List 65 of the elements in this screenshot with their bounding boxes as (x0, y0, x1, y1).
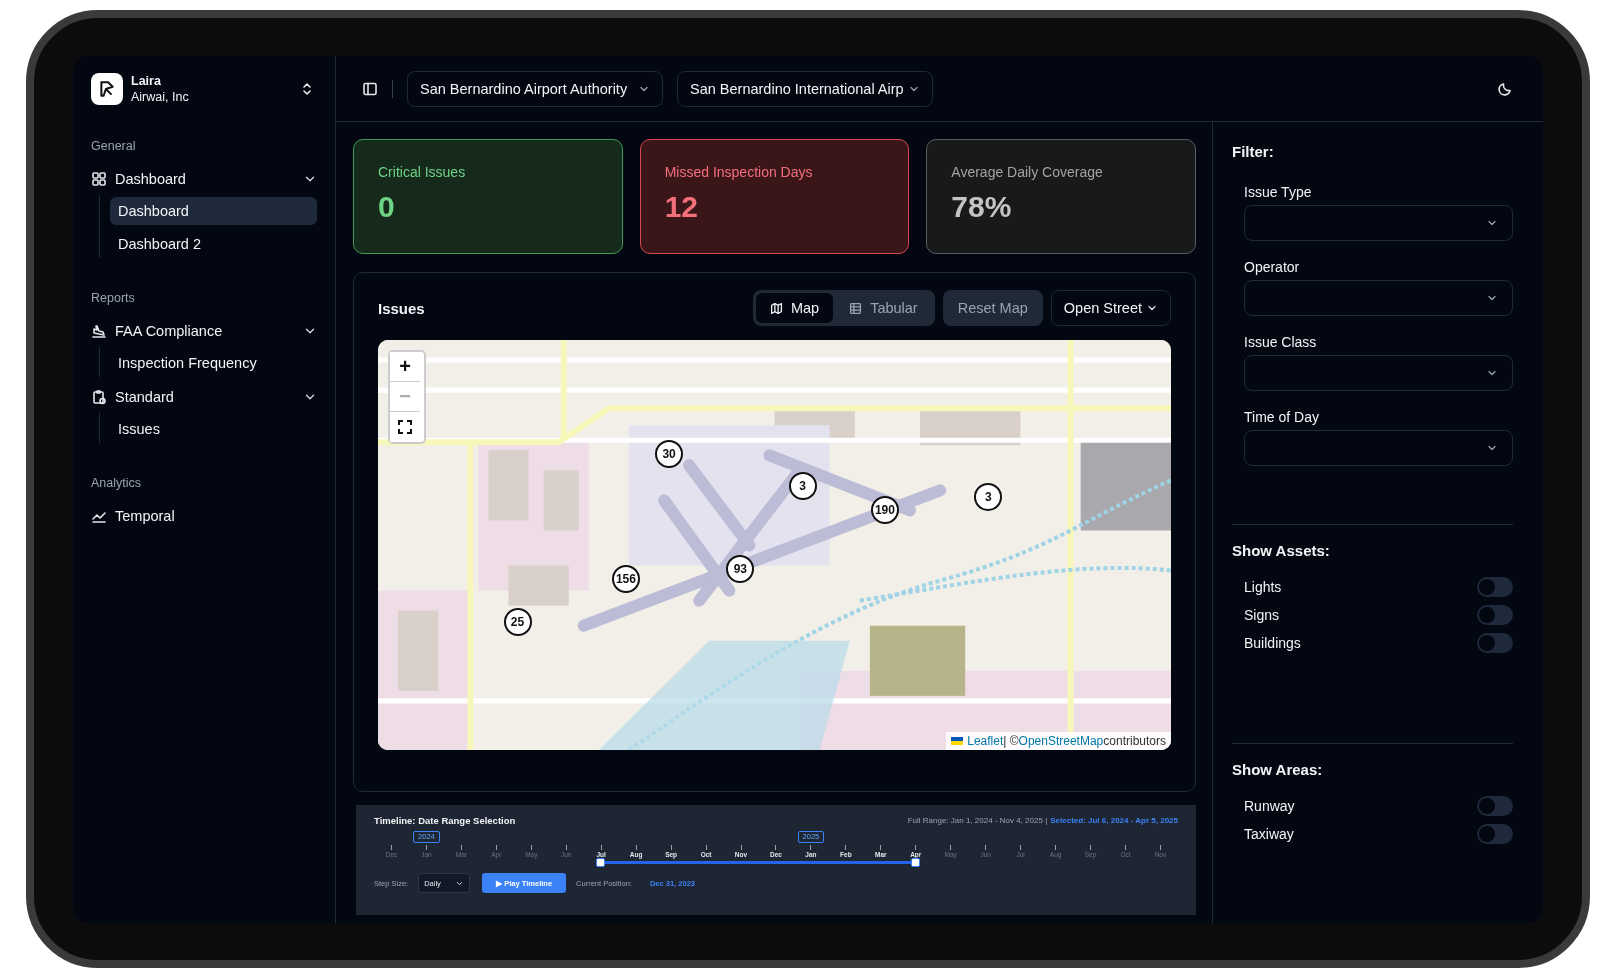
range-handle[interactable] (910, 858, 920, 867)
nav-subitem[interactable]: Issues (110, 415, 317, 443)
section-label: Reports (91, 290, 136, 307)
field-label: Time of Day (1244, 409, 1320, 426)
nav-item[interactable]: Dashboard (91, 163, 317, 195)
stat-label: Critical Issues (378, 164, 467, 180)
nav-item[interactable]: Temporal (91, 500, 317, 532)
toggle-label: Buildings (1244, 635, 1301, 651)
stat-label: Missed Inspection Days (664, 164, 814, 180)
dropdown[interactable] (1244, 355, 1513, 391)
nav-subitem[interactable]: Dashboard 2 (110, 230, 317, 258)
section-label: General (91, 138, 137, 155)
stat-value: 0 (378, 190, 396, 224)
reset-map-button[interactable]: Reset Map (942, 290, 1043, 326)
selected-range-text: Selected: Jul 6, 2024 - Apr 5, 2025 (1050, 816, 1178, 825)
moon-icon[interactable] (1497, 80, 1513, 97)
plane-landing-icon (91, 323, 107, 339)
toggle-switch[interactable] (1477, 605, 1513, 625)
timeline-title: Timeline: Date Range Selection (374, 815, 516, 826)
section-title: Show Areas: (1232, 760, 1324, 780)
nav-subitem[interactable]: Inspection Frequency (110, 349, 317, 377)
app-logo (91, 73, 123, 105)
grid-icon (91, 171, 107, 187)
openstreetmap-link[interactable]: OpenStreetMap (1018, 734, 1104, 748)
sidebar-toggle-icon[interactable] (362, 80, 378, 97)
dropdown[interactable]: San Bernardino Airport Authority (407, 70, 663, 107)
map-icon (769, 301, 783, 315)
toggle-label: Runway (1244, 798, 1295, 814)
dropdown[interactable] (1244, 280, 1513, 316)
field-label: Operator (1244, 259, 1301, 276)
stat-value: 12 (664, 190, 700, 224)
range-handle[interactable] (596, 858, 606, 867)
toggle-label: Signs (1244, 607, 1280, 623)
map-layer-dropdown[interactable]: Open Street (1050, 290, 1171, 326)
nav-item[interactable]: Standard (91, 381, 317, 413)
zoom-in-button[interactable]: + (390, 352, 420, 382)
fullscreen-icon (397, 419, 413, 435)
workspace-name: Laira (131, 73, 162, 89)
section-label: Analytics (91, 475, 143, 492)
toggle-switch[interactable] (1477, 824, 1513, 844)
stat-value: 78% (951, 190, 1013, 224)
toggle-switch[interactable] (1477, 577, 1513, 597)
clipboard-icon (91, 389, 107, 405)
field-label: Issue Class (1244, 334, 1318, 351)
nav-item[interactable]: FAA Compliance (91, 315, 317, 347)
stat-label: Average Daily Coverage (951, 164, 1104, 180)
view-tab[interactable]: Tabular (835, 293, 932, 323)
map-attribution: Leaflet| ©OpenStreetMapcontributors (946, 732, 1171, 750)
section-title: Filter: (1232, 142, 1275, 162)
dropdown[interactable] (1244, 430, 1513, 466)
dropdown[interactable]: San Bernardino International Airp (677, 70, 933, 107)
toggle-label: Lights (1244, 579, 1282, 595)
toggle-label: Taxiway (1244, 826, 1294, 842)
toggle-switch[interactable] (1477, 633, 1513, 653)
section-title: Show Assets: (1232, 541, 1331, 561)
view-tab[interactable]: Map (755, 293, 834, 323)
organization-name: Airwai, Inc (131, 89, 190, 105)
toggle-switch[interactable] (1477, 796, 1513, 816)
nav-subitem[interactable]: Dashboard (110, 197, 317, 225)
table-icon (849, 301, 863, 315)
full-range-text: Full Range: Jan 1, 2024 - Nov 4, 2025 | (907, 816, 1048, 825)
dropdown[interactable] (1244, 205, 1513, 241)
panel-title: Issues (378, 299, 425, 317)
flag-icon (951, 737, 964, 745)
field-label: Issue Type (1244, 184, 1313, 201)
